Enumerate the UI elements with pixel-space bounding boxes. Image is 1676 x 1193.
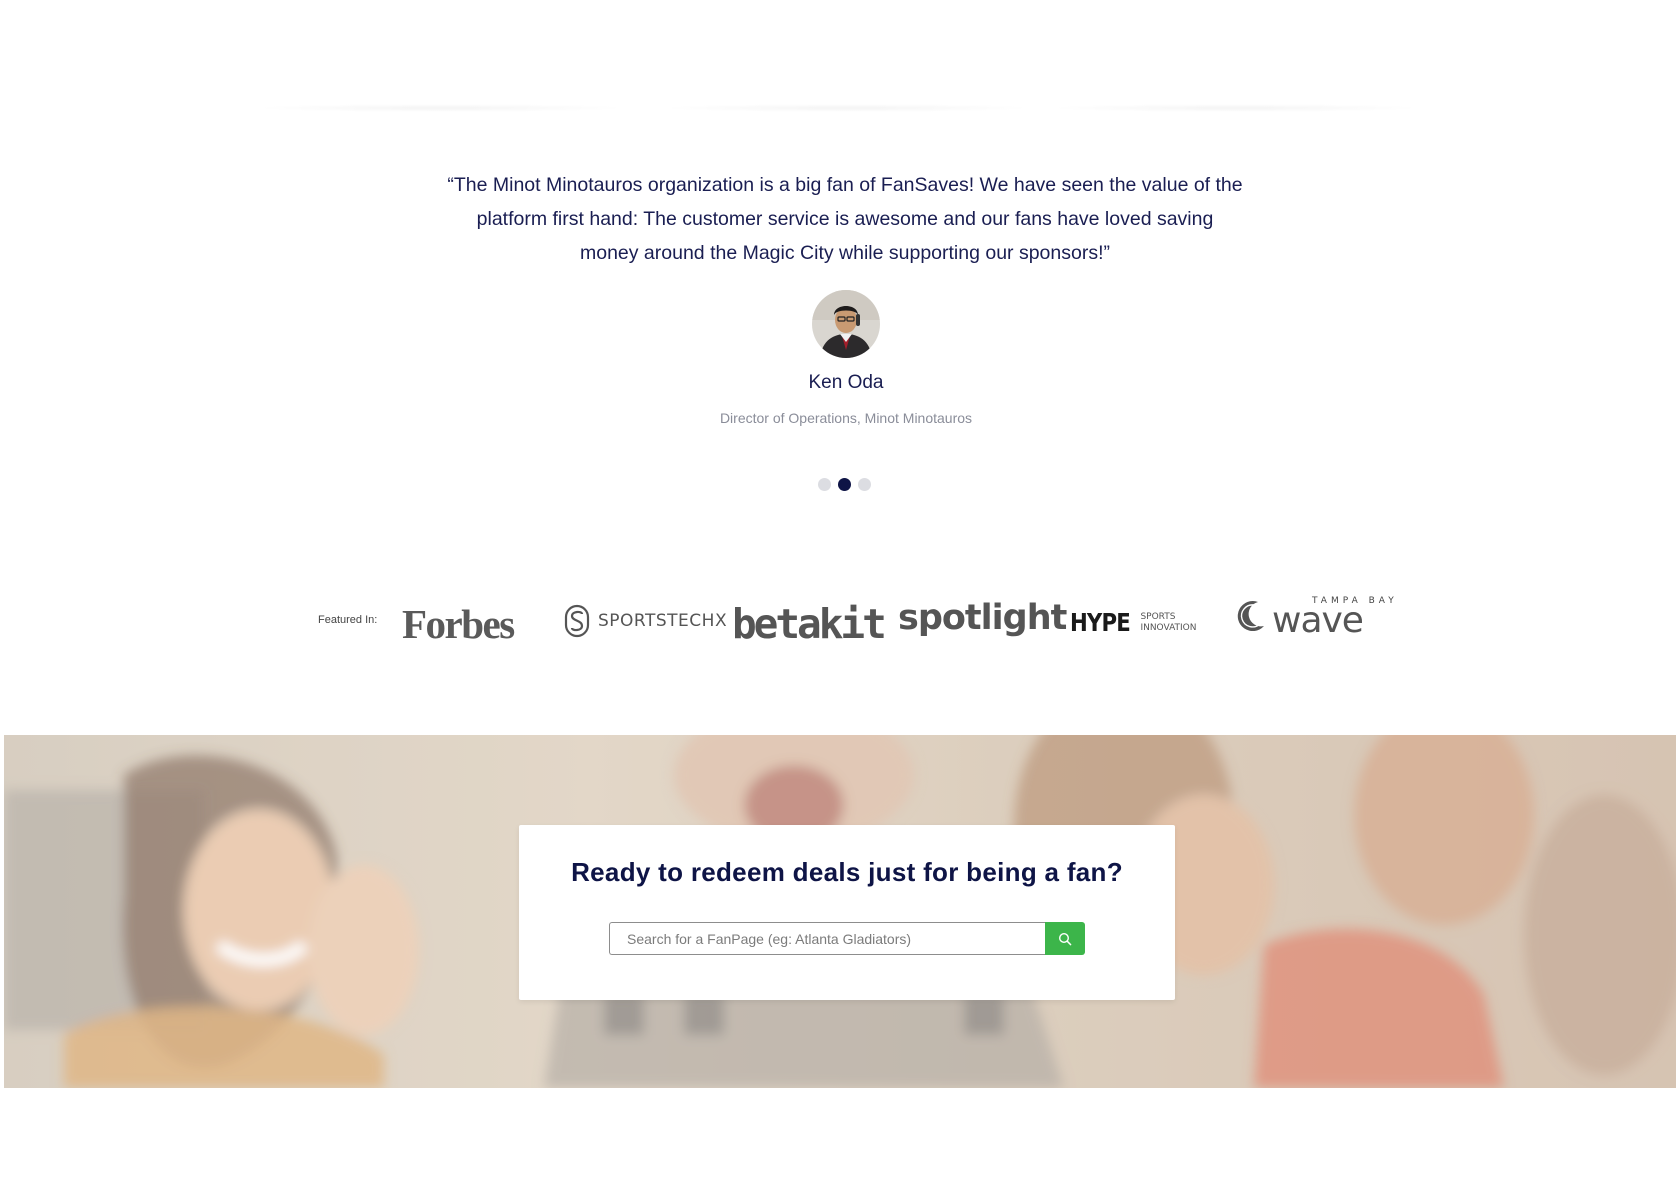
forbes-logo[interactable]: Forbes bbox=[402, 600, 515, 648]
sportstechx-logo[interactable]: SPORTSTECHX bbox=[564, 604, 727, 638]
fanpage-search-input[interactable] bbox=[609, 922, 1045, 955]
card-shadow bbox=[664, 104, 1030, 112]
card-shadow bbox=[1052, 104, 1418, 112]
search-button[interactable] bbox=[1045, 922, 1085, 955]
sportstechx-logo-text: SPORTSTECHX bbox=[598, 611, 728, 631]
carousel-dot[interactable] bbox=[818, 478, 831, 491]
wave-logo-text: wave bbox=[1272, 600, 1364, 641]
cta-title: Ready to redeem deals just for being a f… bbox=[571, 857, 1123, 887]
author-role: Director of Operations, Minot Minotauros bbox=[719, 410, 973, 426]
featured-in-bar: Featured In: Forbes SPORTSTECHX betakit … bbox=[318, 596, 1394, 648]
carousel-dots bbox=[818, 478, 871, 491]
sportstechx-mark-icon bbox=[564, 604, 590, 638]
hype-logo-text: HYPE bbox=[1070, 608, 1131, 637]
carousel-dot-active[interactable] bbox=[838, 478, 851, 491]
avatar bbox=[812, 290, 880, 358]
cta-card: Ready to redeem deals just for being a f… bbox=[519, 825, 1175, 1000]
testimonial: “The Minot Minotauros organization is a … bbox=[0, 168, 1676, 270]
card-shadow bbox=[258, 104, 624, 112]
carousel-dot[interactable] bbox=[858, 478, 871, 491]
tampa-bay-wave-logo[interactable]: TAMPA BAY wave bbox=[1232, 596, 1398, 641]
testimonial-quote: “The Minot Minotauros organization is a … bbox=[447, 174, 1243, 264]
hype-logo-subtext: SPORTS INNOVATION bbox=[1140, 611, 1197, 633]
author-name: Ken Oda bbox=[808, 372, 884, 393]
cta-hero: Ready to redeem deals just for being a f… bbox=[4, 735, 1676, 1088]
crescent-icon bbox=[1237, 601, 1264, 632]
hype-logo[interactable]: HYPE SPORTS INNOVATION bbox=[1070, 608, 1197, 637]
search-icon bbox=[1058, 932, 1072, 945]
betakit-logo[interactable]: betakit bbox=[732, 600, 887, 648]
fanpage-search bbox=[609, 922, 1085, 955]
spotlight-logo[interactable]: spotlight bbox=[898, 598, 1067, 638]
featured-label: Featured In: bbox=[318, 614, 378, 626]
